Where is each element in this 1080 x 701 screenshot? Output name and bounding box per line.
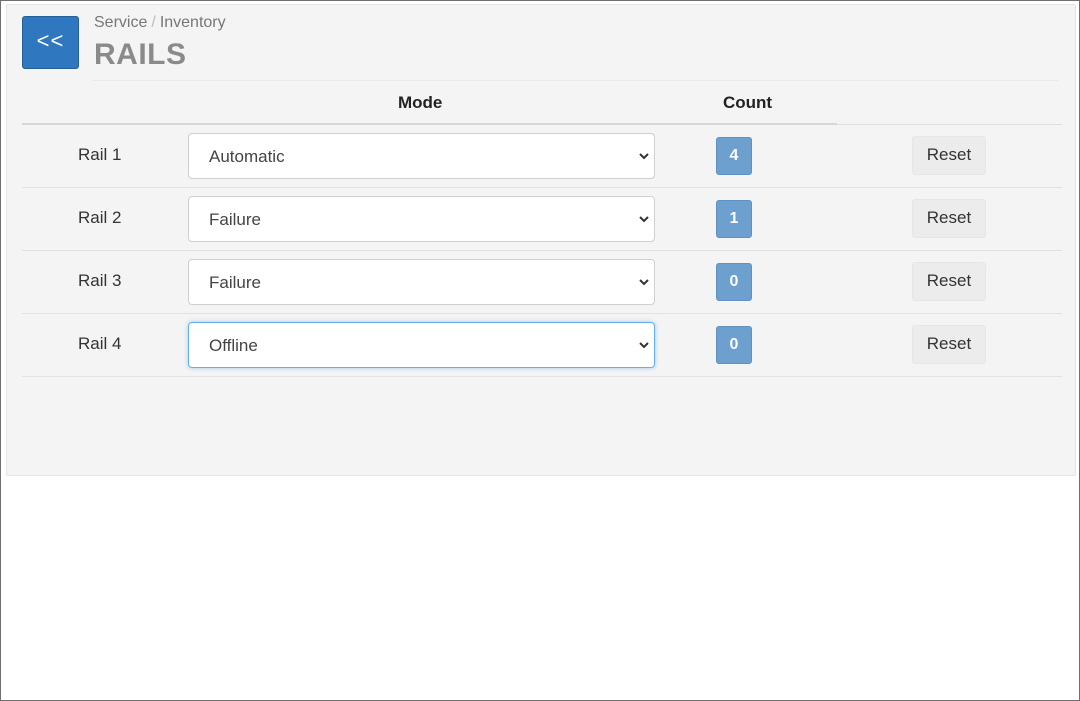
rail-label: Rail 4	[78, 334, 122, 353]
chevron-down-icon	[639, 279, 649, 286]
mode-select-value: Failure	[209, 273, 261, 292]
count-badge: 4	[716, 137, 752, 175]
column-header-count: Count	[723, 93, 773, 112]
breadcrumb-link-inventory[interactable]: Inventory	[160, 14, 226, 31]
chevron-down-icon	[639, 153, 649, 160]
table-header: Mode Count	[22, 85, 1062, 123]
mode-select[interactable]: Offline	[188, 322, 655, 368]
count-badge: 1	[716, 200, 752, 238]
table-row: Rail 4 Offline 0 Reset	[22, 314, 1062, 377]
rail-label: Rail 3	[78, 271, 122, 290]
title-divider	[92, 80, 1059, 81]
count-badge: 0	[716, 326, 752, 364]
table-row: Rail 1 Automatic 4 Reset	[22, 125, 1062, 188]
column-header-mode: Mode	[398, 93, 443, 112]
mode-select-value: Failure	[209, 210, 261, 229]
rail-label: Rail 2	[78, 208, 122, 227]
reset-button[interactable]: Reset	[912, 262, 986, 301]
chevron-down-icon	[639, 216, 649, 223]
app-window: << Service / Inventory RAILS Mode Count Ra…	[0, 0, 1080, 701]
table-row: Rail 3 Failure 0 Reset	[22, 251, 1062, 314]
reset-button[interactable]: Reset	[912, 325, 986, 364]
mode-select[interactable]: Failure	[188, 259, 655, 305]
back-button[interactable]: <<	[22, 16, 79, 69]
rails-table-body: Rail 1 Automatic 4 Reset Rail 2 Failure	[22, 125, 1062, 377]
mode-select[interactable]: Failure	[188, 196, 655, 242]
reset-button[interactable]: Reset	[912, 136, 986, 175]
breadcrumb-separator: /	[151, 14, 156, 31]
breadcrumb: Service / Inventory	[94, 14, 226, 32]
table-row: Rail 2 Failure 1 Reset	[22, 188, 1062, 251]
mode-select[interactable]: Automatic	[188, 133, 655, 179]
rail-label: Rail 1	[78, 145, 122, 164]
mode-select-value: Offline	[209, 336, 258, 355]
mode-select-value: Automatic	[209, 147, 285, 166]
chevron-down-icon	[639, 342, 649, 349]
reset-button[interactable]: Reset	[912, 199, 986, 238]
page-title: RAILS	[94, 38, 187, 71]
count-badge: 0	[716, 263, 752, 301]
rails-panel: << Service / Inventory RAILS Mode Count Ra…	[6, 4, 1076, 476]
breadcrumb-link-service[interactable]: Service	[94, 14, 147, 31]
